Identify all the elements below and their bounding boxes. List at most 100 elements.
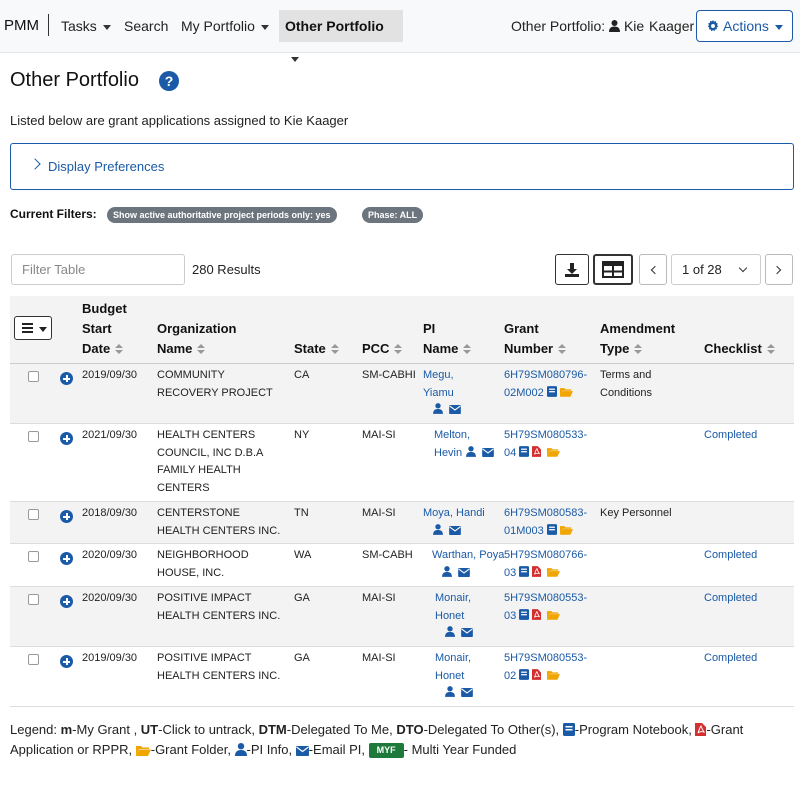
download-button[interactable] bbox=[555, 254, 589, 285]
sort-icon[interactable] bbox=[115, 344, 124, 354]
pi-info-icon[interactable] bbox=[445, 626, 455, 637]
grant-number-link[interactable]: 03 bbox=[504, 610, 516, 622]
help-icon[interactable]: ? bbox=[159, 71, 179, 91]
checklist-link[interactable]: Completed bbox=[704, 429, 757, 441]
grant-number-link[interactable]: 01M003 bbox=[504, 525, 544, 537]
notebook-icon[interactable] bbox=[519, 565, 530, 577]
pi-name-link[interactable]: Melton, bbox=[434, 429, 470, 441]
actions-button[interactable]: Actions bbox=[696, 10, 793, 42]
nav-tasks[interactable]: Tasks bbox=[55, 10, 117, 42]
grant-number-link[interactable]: 02 bbox=[504, 670, 516, 682]
column-layout-button[interactable] bbox=[593, 254, 633, 285]
grant-number-link[interactable]: 02M002 bbox=[504, 387, 544, 399]
col-pcc[interactable]: PCC bbox=[362, 339, 403, 359]
notebook-icon[interactable] bbox=[546, 523, 557, 535]
pdf-icon[interactable] bbox=[532, 565, 542, 577]
sort-icon[interactable] bbox=[634, 344, 643, 354]
col-checklist[interactable]: Checklist bbox=[704, 339, 775, 359]
filter-table-input[interactable] bbox=[11, 254, 185, 285]
folder-icon[interactable] bbox=[559, 387, 573, 397]
grant-number-link[interactable]: 03 bbox=[504, 567, 516, 579]
pi-name-link[interactable]: Megu, bbox=[423, 369, 454, 381]
folder-icon[interactable] bbox=[559, 525, 573, 535]
row-checkbox[interactable] bbox=[28, 371, 39, 382]
pi-info-icon[interactable] bbox=[433, 403, 443, 414]
grant-number-link[interactable]: 5H79SM080766- bbox=[504, 549, 587, 561]
sort-icon[interactable] bbox=[394, 344, 403, 354]
sort-icon[interactable] bbox=[558, 344, 567, 354]
display-preferences-toggle[interactable]: Display Preferences bbox=[10, 143, 794, 190]
nav-my-portfolio[interactable]: My Portfolio bbox=[175, 10, 275, 42]
pi-name-link[interactable]: Honet bbox=[435, 610, 464, 622]
checklist-link[interactable]: Completed bbox=[704, 652, 757, 664]
notebook-icon[interactable] bbox=[519, 668, 530, 680]
folder-icon[interactable] bbox=[547, 567, 561, 577]
next-page-button[interactable] bbox=[765, 254, 793, 285]
pi-name-link[interactable]: Hevin bbox=[434, 447, 462, 459]
row-checkbox[interactable] bbox=[28, 654, 39, 665]
grant-number-link[interactable]: 5H79SM080553- bbox=[504, 592, 587, 604]
row-checkbox[interactable] bbox=[28, 594, 39, 605]
row-checkbox[interactable] bbox=[28, 431, 39, 442]
table-menu-button[interactable] bbox=[14, 316, 52, 340]
nav-other-portfolio[interactable]: Other Portfolio bbox=[279, 10, 403, 62]
pi-info-icon[interactable] bbox=[466, 445, 477, 457]
row-checkbox[interactable] bbox=[28, 509, 39, 520]
col-state[interactable]: State bbox=[294, 339, 339, 359]
grant-number-link[interactable]: 04 bbox=[504, 447, 516, 459]
expand-row-icon[interactable] bbox=[60, 552, 73, 565]
pi-info-icon[interactable] bbox=[442, 565, 452, 577]
email-icon[interactable] bbox=[461, 628, 473, 637]
pdf-icon[interactable] bbox=[532, 445, 542, 457]
row-checkbox[interactable] bbox=[28, 551, 39, 562]
email-icon[interactable] bbox=[482, 447, 495, 457]
folder-icon[interactable] bbox=[547, 610, 561, 620]
nav-search[interactable]: Search bbox=[118, 10, 174, 42]
sort-icon[interactable] bbox=[330, 344, 339, 354]
page-select[interactable]: 1 of 28 bbox=[671, 254, 761, 285]
email-icon[interactable] bbox=[449, 525, 461, 535]
expand-row-icon[interactable] bbox=[60, 432, 73, 445]
col-pi-name[interactable]: PI Name bbox=[423, 319, 472, 359]
pdf-icon[interactable] bbox=[532, 668, 542, 680]
pi-name-link[interactable]: Monair, bbox=[435, 652, 471, 664]
brand[interactable]: PMM bbox=[4, 17, 39, 34]
grant-number-link[interactable]: 6H79SM080796- bbox=[504, 369, 587, 381]
pi-info-icon[interactable] bbox=[445, 686, 455, 697]
grant-number-link[interactable]: 5H79SM080553- bbox=[504, 652, 587, 664]
chevron-down-icon bbox=[39, 327, 47, 332]
grant-number-link[interactable]: 6H79SM080583- bbox=[504, 507, 587, 519]
prev-page-button[interactable] bbox=[639, 254, 667, 285]
folder-icon[interactable] bbox=[547, 447, 561, 457]
pi-name-link[interactable]: Honet bbox=[435, 670, 464, 682]
folder-icon[interactable] bbox=[547, 670, 561, 680]
sort-icon[interactable] bbox=[463, 344, 472, 354]
pi-name-link[interactable]: Warthan, Poya bbox=[432, 549, 504, 561]
email-icon[interactable] bbox=[458, 567, 470, 577]
pi-name-link[interactable]: Yiamu bbox=[423, 387, 454, 399]
expand-row-icon[interactable] bbox=[60, 372, 73, 385]
pi-name-link[interactable]: Monair, bbox=[435, 592, 471, 604]
email-icon[interactable] bbox=[449, 405, 461, 414]
col-budget-start-date[interactable]: Budget Start Date bbox=[82, 299, 127, 359]
checklist-link[interactable]: Completed bbox=[704, 592, 757, 604]
sort-icon[interactable] bbox=[766, 344, 775, 354]
col-amendment-type[interactable]: Amendment Type bbox=[600, 319, 675, 359]
pi-info-icon[interactable] bbox=[433, 523, 443, 535]
pdf-icon[interactable] bbox=[532, 608, 542, 620]
expand-row-icon[interactable] bbox=[60, 510, 73, 523]
expand-row-icon[interactable] bbox=[60, 655, 73, 668]
expand-row-icon[interactable] bbox=[60, 595, 73, 608]
grant-number-link[interactable]: 5H79SM080533- bbox=[504, 429, 587, 441]
org-name-line: COUNCIL, INC D.B.A bbox=[157, 446, 264, 459]
portfolio-owner-label: Other Portfolio: bbox=[511, 18, 606, 34]
checklist-link[interactable]: Completed bbox=[704, 549, 757, 561]
pi-name-link[interactable]: Moya, Handi bbox=[423, 507, 485, 519]
col-organization-name[interactable]: Organization Name bbox=[157, 319, 236, 359]
notebook-icon[interactable] bbox=[519, 608, 530, 620]
notebook-icon[interactable] bbox=[519, 445, 530, 457]
col-grant-number[interactable]: Grant Number bbox=[504, 319, 567, 359]
email-icon[interactable] bbox=[461, 688, 473, 697]
notebook-icon[interactable] bbox=[546, 385, 557, 397]
sort-icon[interactable] bbox=[197, 344, 206, 354]
